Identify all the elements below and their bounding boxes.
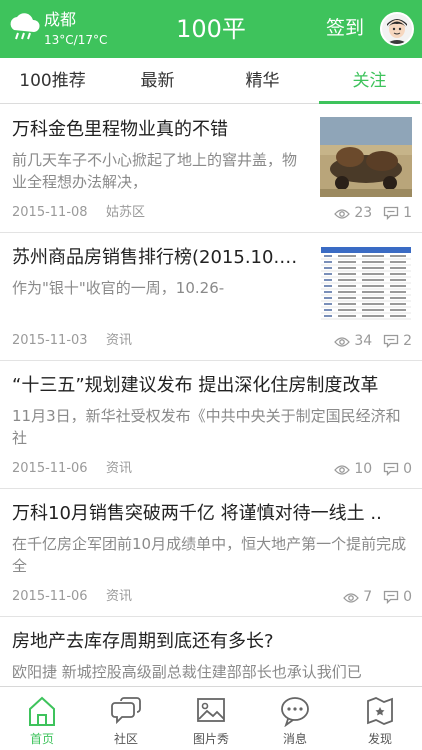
comment-icon	[383, 462, 398, 477]
picture-icon	[197, 698, 225, 722]
comment-count: 0	[403, 461, 412, 477]
post-category: 资讯	[106, 333, 133, 348]
nav-home[interactable]: 首页	[0, 687, 84, 750]
user-avatar-icon	[382, 14, 412, 44]
post-title: 苏州商品房销售排行榜(2015.10.26 ..	[12, 247, 308, 268]
post-title: 房地产去库存周期到底还有多长?	[12, 631, 274, 652]
comment-icon	[383, 334, 398, 349]
nav-community[interactable]: 社区	[84, 687, 168, 750]
view-count: 23	[354, 205, 373, 221]
eye-icon	[334, 209, 350, 219]
eye-icon	[334, 337, 350, 347]
post-category: 资讯	[106, 589, 133, 604]
post-summary: 欧阳捷 新城控股高级副总裁住建部部长也承认我们已	[12, 663, 362, 681]
comment-icon	[383, 206, 398, 221]
bottom-nav: 首页 社区 图片秀 消息 发现	[0, 686, 422, 750]
post-date: 2015-11-06	[12, 589, 88, 604]
post-summary: 作为"银十"收官的一周，10.26-	[12, 279, 225, 297]
post-title: 万科金色里程物业真的不错	[12, 119, 228, 140]
nav-messages[interactable]: 消息	[253, 687, 337, 750]
post-summary: 在千亿房企军团前10月成绩单中，恒大地产第一个提前完成全	[12, 535, 407, 575]
tab-following[interactable]: 关注	[317, 58, 422, 104]
post-stats: 10 0	[334, 459, 412, 479]
post-item[interactable]: 苏州商品房销售排行榜(2015.10.26 .. 作为"银十"收官的一周，10.…	[0, 233, 422, 361]
post-title: 万科10月销售突破两千亿 将谨慎对待一线土 ..	[12, 503, 382, 524]
nav-community-label: 社区	[113, 732, 138, 746]
post-category: 姑苏区	[106, 205, 146, 220]
message-icon	[281, 697, 309, 727]
tab-featured[interactable]: 精华	[210, 58, 315, 104]
nav-photo-show-label: 图片秀	[192, 732, 229, 746]
post-stats: 7 0	[342, 587, 412, 607]
post-title: “十三五”规划建议发布 提出深化住房制度改革	[12, 375, 379, 396]
comment-icon	[383, 590, 398, 605]
post-date: 2015-11-08	[12, 205, 88, 220]
post-stats: 23 1	[334, 203, 412, 223]
post-item[interactable]: 万科金色里程物业真的不错 前几天车子不小心掀起了地上的窨井盖，物业全程想办法解决…	[0, 105, 422, 233]
post-date: 2015-11-03	[12, 333, 88, 348]
post-item[interactable]: 万科10月销售突破两千亿 将谨慎对待一线土 .. 在千亿房企军团前10月成绩单中…	[0, 489, 422, 617]
nav-discover[interactable]: 发现	[338, 687, 422, 750]
post-feed: 万科金色里程物业真的不错 前几天车子不小心掀起了地上的窨井盖，物业全程想办法解决…	[0, 105, 422, 686]
discover-map-icon	[367, 697, 393, 725]
comment-count: 0	[403, 589, 412, 605]
nav-home-label: 首页	[29, 732, 54, 746]
tab-recommend[interactable]: 100推荐	[0, 58, 105, 104]
eye-icon	[342, 593, 359, 603]
view-count: 7	[363, 589, 373, 605]
post-category: 资讯	[106, 461, 133, 476]
view-count: 10	[354, 461, 373, 477]
avatar[interactable]	[380, 12, 414, 46]
nav-discover-label: 发现	[367, 732, 392, 746]
home-icon	[29, 696, 55, 726]
chat-bubbles-icon	[111, 697, 141, 725]
view-count: 34	[354, 333, 373, 349]
post-summary: 前几天车子不小心掀起了地上的窨井盖，物业全程想办法解决，	[12, 151, 298, 191]
post-date: 2015-11-06	[12, 461, 88, 476]
comment-count: 1	[403, 205, 412, 221]
tab-latest[interactable]: 最新	[105, 58, 210, 104]
nav-messages-label: 消息	[282, 732, 307, 746]
checkin-button[interactable]: 签到	[326, 16, 364, 40]
nav-photo-show[interactable]: 图片秀	[169, 687, 253, 750]
post-summary: 11月3日，新华社受权发布《中共中央关于制定国民经济和社	[12, 407, 401, 447]
eye-icon	[334, 465, 350, 475]
comment-count: 2	[403, 333, 412, 349]
post-item[interactable]: “十三五”规划建议发布 提出深化住房制度改革 11月3日，新华社受权发布《中共中…	[0, 361, 422, 489]
post-thumbnail	[320, 245, 412, 325]
top-bar: 成都 13°C/17°C 100平 签到	[0, 0, 422, 58]
post-item[interactable]: 房地产去库存周期到底还有多长? 欧阳捷 新城控股高级副总裁住建部部长也承认我们已	[0, 617, 422, 686]
post-thumbnail	[320, 117, 412, 197]
post-stats: 34 2	[334, 331, 412, 351]
tab-bar: 100推荐 最新 精华 关注	[0, 58, 422, 104]
